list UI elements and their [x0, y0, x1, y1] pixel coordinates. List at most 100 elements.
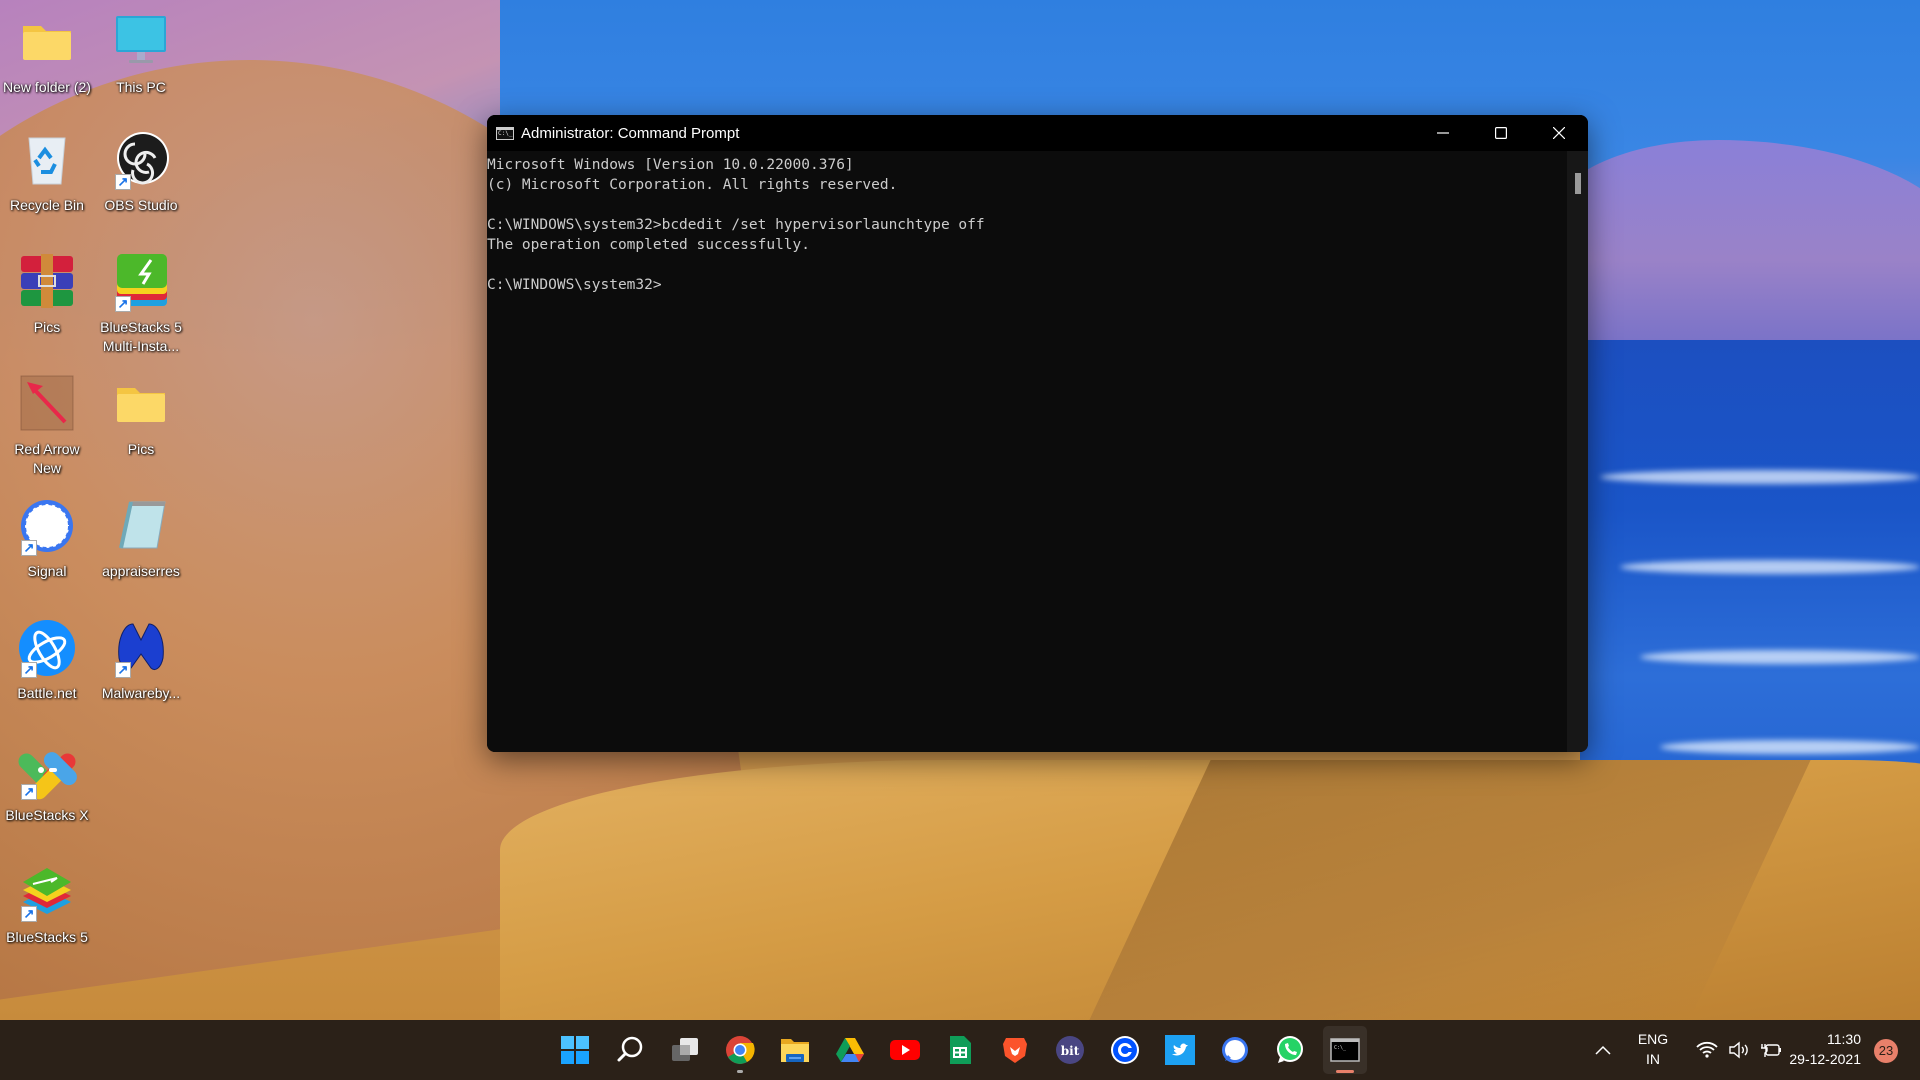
shortcut-arrow-icon: ↗ — [115, 662, 131, 678]
wallpaper-dune-shadow — [1089, 760, 1811, 1020]
chrome-icon — [726, 1036, 755, 1064]
desktop-icon-recycle-bin[interactable]: Recycle Bin — [0, 130, 94, 215]
taskbar-app-youtube[interactable] — [883, 1026, 927, 1074]
taskbar-app-bitly[interactable]: bit — [1048, 1026, 1092, 1074]
task-view-icon — [672, 1038, 698, 1061]
desktop-icon-label: appraiserres — [102, 563, 180, 579]
console-line: C:\WINDOWS\system32>bcdedit /set hypervi… — [487, 217, 985, 233]
taskbar: bit C:\_ ENG IN 11:30 29-12-2021 — [0, 1020, 1920, 1080]
taskbar-app-google-sheets[interactable] — [938, 1026, 982, 1074]
taskbar-search-button[interactable] — [608, 1026, 652, 1074]
window-titlebar[interactable]: Administrator: Command Prompt — [487, 115, 1588, 151]
google-sheets-icon — [950, 1036, 971, 1064]
wallpaper-wave — [1620, 560, 1920, 574]
minimize-icon — [1437, 132, 1449, 134]
taskbar-app-chrome[interactable] — [718, 1026, 762, 1074]
desktop-icon-signal[interactable]: ↗ Signal — [0, 496, 94, 581]
taskbar-task-view-button[interactable] — [663, 1026, 707, 1074]
shortcut-arrow-icon: ↗ — [115, 174, 131, 190]
clock-time: 11:30 — [1827, 1031, 1861, 1047]
winrar-archive-icon — [17, 252, 77, 312]
desktop-icon-pics-folder[interactable]: Pics — [94, 374, 188, 459]
desktop-icon-label: Red Arrow New — [14, 441, 80, 476]
close-icon — [1553, 127, 1565, 139]
desktop-icon-label: This PC — [116, 79, 166, 95]
taskbar-app-brave[interactable] — [993, 1026, 1037, 1074]
taskbar-app-twitter[interactable] — [1158, 1026, 1202, 1074]
svg-text:C:\_: C:\_ — [1334, 1045, 1347, 1051]
battery-charging-icon — [1761, 1044, 1781, 1057]
red-arrow-image-icon — [17, 374, 77, 434]
notification-count-badge[interactable]: 23 — [1874, 1039, 1898, 1063]
signal-icon: ↗ — [17, 496, 77, 556]
shortcut-arrow-icon: ↗ — [21, 540, 37, 556]
shortcut-arrow-icon: ↗ — [115, 296, 131, 312]
volume-icon — [1729, 1041, 1748, 1059]
console-output[interactable]: Microsoft Windows [Version 10.0.22000.37… — [487, 151, 1567, 752]
taskbar-app-command-prompt[interactable]: C:\_ — [1323, 1026, 1367, 1074]
language-indicator[interactable]: ENG IN — [1636, 1029, 1670, 1069]
wallpaper-wave — [1600, 470, 1920, 484]
console-line: (c) Microsoft Corporation. All rights re… — [487, 177, 898, 193]
clock-date: 29-12-2021 — [1789, 1051, 1861, 1067]
command-prompt-app-icon — [496, 126, 514, 140]
close-button[interactable] — [1530, 115, 1588, 151]
console-line: The operation completed successfully. — [487, 237, 811, 253]
taskbar-app-whatsapp[interactable] — [1268, 1026, 1312, 1074]
desktop-icon-label: BlueStacks 5 Multi-Insta... — [100, 319, 182, 354]
youtube-icon — [890, 1040, 920, 1060]
taskbar-app-google-drive[interactable] — [828, 1026, 872, 1074]
running-indicator — [737, 1070, 743, 1073]
window-controls — [1414, 115, 1588, 151]
desktop-icon-label: Signal — [27, 563, 67, 579]
wallpaper-wave — [1660, 740, 1920, 754]
recycle-bin-icon — [17, 130, 77, 190]
coinbase-icon — [1111, 1036, 1139, 1064]
taskbar-app-file-explorer[interactable] — [773, 1026, 817, 1074]
desktop-icon-bluestacks-5[interactable]: ↗ BlueStacks 5 — [0, 862, 94, 947]
command-prompt-window[interactable]: Administrator: Command Prompt Microsoft … — [487, 115, 1588, 752]
desktop-icon-red-arrow-new[interactable]: Red Arrow New — [0, 374, 94, 478]
desktop-icon-appraiserres[interactable]: appraiserres — [94, 496, 188, 581]
bluestacks-multi-instance-icon: ↗ — [111, 252, 171, 312]
desktop-icon-label: BlueStacks 5 — [6, 929, 88, 945]
taskbar-app-coinbase[interactable] — [1103, 1026, 1147, 1074]
file-explorer-icon — [781, 1039, 809, 1062]
desktop-icon-this-pc[interactable]: This PC — [94, 12, 188, 97]
desktop-icon-obs-studio[interactable]: ↗ OBS Studio — [94, 130, 188, 215]
desktop-icon-label: Pics — [33, 319, 61, 335]
obs-icon: ↗ — [111, 130, 171, 190]
desktop-icon-label: New folder (2) — [3, 79, 91, 95]
desktop-icon-bluestacks-x[interactable]: ↗ BlueStacks X — [0, 740, 94, 825]
taskbar-start-button[interactable] — [553, 1026, 597, 1074]
folder-icon — [111, 374, 171, 434]
taskbar-app-signal[interactable] — [1213, 1026, 1257, 1074]
desktop-icon-pics-archive[interactable]: Pics — [0, 252, 94, 337]
clock[interactable]: 11:30 29-12-2021 — [1789, 1029, 1861, 1069]
desktop-icon-bluestacks-multi-instance[interactable]: ↗ BlueStacks 5 Multi-Insta... — [94, 252, 188, 356]
vertical-scrollbar[interactable] — [1567, 151, 1588, 752]
battlenet-icon: ↗ — [17, 618, 77, 678]
brave-icon — [1003, 1038, 1027, 1063]
show-hidden-icons-button[interactable] — [1586, 1026, 1620, 1074]
desktop-icon-new-folder-2[interactable]: New folder (2) — [0, 12, 94, 97]
window-title: Administrator: Command Prompt — [521, 124, 740, 142]
svg-text:bit: bit — [1061, 1044, 1080, 1058]
desktop-icon-battlenet[interactable]: ↗ Battle.net — [0, 618, 94, 703]
desktop-icon-malwarebytes[interactable]: ↗ Malwareby... — [94, 618, 188, 703]
minimize-button[interactable] — [1414, 115, 1472, 151]
console-prompt-line[interactable]: C:\WINDOWS\system32> — [487, 275, 1567, 295]
maximize-button[interactable] — [1472, 115, 1530, 151]
shortcut-arrow-icon: ↗ — [21, 906, 37, 922]
quick-settings-button[interactable] — [1680, 1030, 1798, 1070]
malwarebytes-icon: ↗ — [111, 618, 171, 678]
language-region: IN — [1646, 1051, 1660, 1067]
scrollbar-thumb[interactable] — [1575, 173, 1581, 194]
wifi-icon — [1696, 1041, 1718, 1058]
bluestacks-5-icon: ↗ — [17, 862, 77, 922]
desktop-icon-label: BlueStacks X — [5, 807, 89, 823]
maximize-icon — [1495, 127, 1507, 139]
monitor-icon — [111, 12, 171, 72]
signal-icon — [1222, 1037, 1248, 1063]
